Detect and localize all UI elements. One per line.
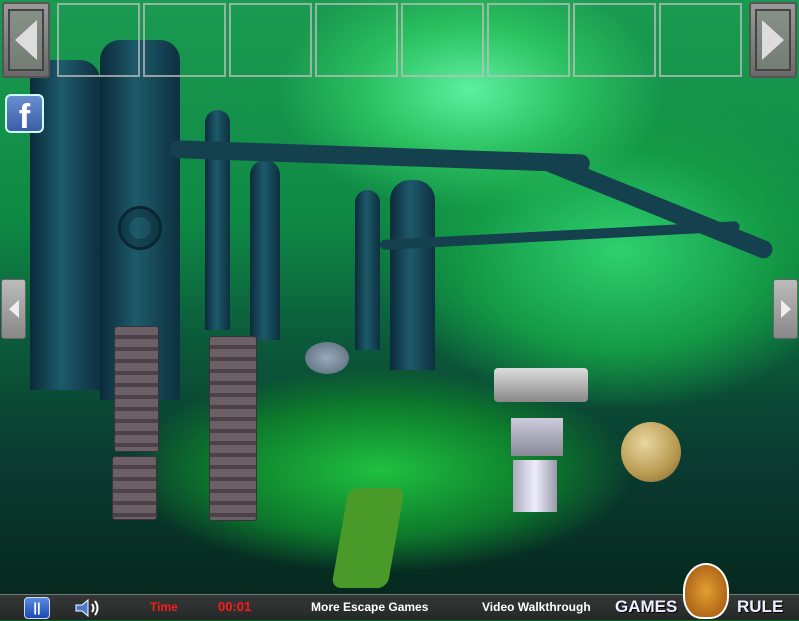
- forest-scene: [0, 0, 799, 620]
- inventory-slot[interactable]: [57, 3, 140, 77]
- lion-mascot-icon: [683, 563, 729, 619]
- bottom-bar: || Time 00:01 More Escape Games Video Wa…: [0, 563, 799, 620]
- games-rule-logo[interactable]: GAMES RULE: [615, 559, 797, 619]
- stone-rock[interactable]: [305, 342, 349, 374]
- logo-text: GAMES: [615, 597, 678, 616]
- tree-branch: [169, 140, 591, 173]
- inventory-slot[interactable]: [143, 3, 226, 77]
- speaker-icon: [75, 598, 99, 618]
- inventory-slot[interactable]: [487, 3, 570, 77]
- carved-pillar-left-top[interactable]: [114, 326, 159, 452]
- inventory-slot[interactable]: [659, 3, 742, 77]
- inventory-slot[interactable]: [401, 3, 484, 77]
- moss-log[interactable]: [331, 488, 405, 588]
- tree-trunk: [355, 190, 380, 350]
- carved-pillar-left-bottom[interactable]: [112, 456, 157, 520]
- more-escape-games-link[interactable]: More Escape Games: [311, 600, 428, 614]
- time-label: Time: [150, 600, 178, 614]
- logo-text: RULE: [737, 597, 784, 616]
- carved-pillar-right[interactable]: [209, 336, 257, 521]
- golden-ball[interactable]: [621, 422, 681, 482]
- pause-icon: ||: [33, 600, 41, 615]
- facebook-button[interactable]: f: [5, 94, 44, 136]
- facebook-icon: f: [18, 98, 31, 136]
- tree-branch: [536, 150, 776, 261]
- inventory-slot[interactable]: [229, 3, 312, 77]
- time-value: 00:01: [218, 599, 252, 614]
- scene-left-button[interactable]: [1, 279, 26, 339]
- arrow-right-icon: [762, 20, 784, 60]
- arrow-left-icon: [8, 300, 19, 318]
- stone-fragment-bottom[interactable]: [513, 460, 557, 512]
- tree-trunk: [390, 180, 435, 370]
- arrow-right-icon: [780, 300, 791, 318]
- inventory-next-button[interactable]: [749, 2, 797, 78]
- inventory-bar: [0, 0, 799, 80]
- inventory-slot[interactable]: [315, 3, 398, 77]
- pause-button[interactable]: ||: [24, 597, 50, 619]
- inventory-slot[interactable]: [573, 3, 656, 77]
- target-symbol[interactable]: [118, 206, 162, 250]
- sound-button[interactable]: [74, 598, 104, 618]
- stone-fragment-middle[interactable]: [511, 418, 563, 456]
- arrow-left-icon: [15, 20, 37, 60]
- tree-trunk: [250, 160, 280, 340]
- video-walkthrough-link[interactable]: Video Walkthrough: [482, 600, 591, 614]
- scene-right-button[interactable]: [773, 279, 798, 339]
- stone-fragment-top[interactable]: [494, 368, 588, 402]
- inventory-prev-button[interactable]: [2, 2, 50, 78]
